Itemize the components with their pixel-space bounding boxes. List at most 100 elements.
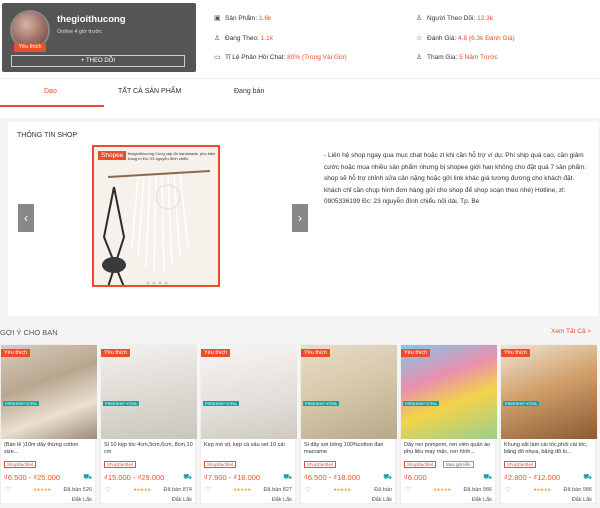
macrame-illustration bbox=[102, 170, 211, 285]
carousel-next-button[interactable]: › bbox=[292, 204, 308, 232]
shop-banner-image[interactable]: Shopee thegioithucong Cung cấp đồ handma… bbox=[92, 145, 220, 287]
carousel-prev-button[interactable]: ‹ bbox=[18, 204, 34, 232]
shop-tabs: Dạo TẤT CẢ SẢN PHẨM Đang bán bbox=[0, 78, 600, 106]
sold-count: Đã bán 986 bbox=[463, 487, 492, 493]
product-location: Đắk Lắk bbox=[271, 497, 292, 503]
favorite-badge: Yêu thích bbox=[201, 349, 231, 357]
tab-on-sale[interactable]: Đang bán bbox=[234, 88, 264, 95]
product-image[interactable] bbox=[501, 345, 597, 439]
product-location: Đắk Lắk bbox=[171, 497, 192, 503]
heart-icon[interactable]: ♡ bbox=[505, 486, 511, 494]
sold-count: Đã bán 827 bbox=[263, 487, 292, 493]
shop-tag: ShopDacBiet bbox=[504, 461, 537, 468]
product-price: ₫7.900 - ₫18.000 bbox=[204, 473, 261, 482]
sold-count: Đã bán 526 bbox=[63, 487, 92, 493]
shop-tag: ShopDacBiet bbox=[204, 461, 237, 468]
truck-icon: ⛟ bbox=[183, 474, 192, 481]
sold-count: Đã bán 986 bbox=[563, 487, 592, 493]
heart-icon[interactable]: ♡ bbox=[405, 486, 411, 494]
rating-stars-icon: ★★★★★ bbox=[333, 487, 351, 492]
follow-button[interactable]: + THEO DÕI bbox=[11, 55, 185, 67]
product-card[interactable]: Yêu thích FREESHIP XTRA Sỉ dây sợi bông … bbox=[300, 344, 397, 504]
freeship-badge: FREESHIP XTRA bbox=[503, 401, 539, 406]
product-name[interactable]: Sỉ dây sợi bông 100%cotton đan macrame bbox=[304, 442, 394, 456]
freeship-badge: FREESHIP XTRA bbox=[403, 401, 439, 406]
truck-icon: ⛟ bbox=[583, 474, 592, 481]
see-all-link[interactable]: Xem Tất Cả > bbox=[551, 328, 591, 335]
stat-following: ♙ Đang Theo: 1.1k bbox=[214, 35, 273, 42]
shop-name: thegioithucong bbox=[57, 14, 126, 25]
recommend-title: GỢI Ý CHO BẠN bbox=[0, 328, 58, 337]
product-card[interactable]: Yêu thích FREESHIP XTRA Sỉ 10 kẹp tóc 4c… bbox=[100, 344, 197, 504]
freeship-badge: FREESHIP XTRA bbox=[103, 401, 139, 406]
heart-icon[interactable]: ♡ bbox=[205, 486, 211, 494]
product-location: Đắk Lắk bbox=[371, 497, 392, 503]
truck-icon: ⛟ bbox=[483, 474, 492, 481]
shop-header: Yêu thích thegioithucong Online 4 giờ tr… bbox=[0, 0, 600, 118]
people-icon: ♙ bbox=[416, 15, 423, 22]
truck-icon: ⛟ bbox=[383, 474, 392, 481]
box-icon: ▣ bbox=[214, 15, 221, 22]
rating-stars-icon: ★★★★★ bbox=[433, 487, 451, 492]
shop-card: Yêu thích thegioithucong Online 4 giờ tr… bbox=[2, 3, 196, 72]
shop-tag: ShopDacBiet bbox=[4, 461, 37, 468]
truck-icon: ⛟ bbox=[83, 474, 92, 481]
favorite-badge: Yêu thích bbox=[401, 349, 431, 357]
product-card[interactable]: Yêu thích FREESHIP XTRA (Bán lẻ )10m dây… bbox=[0, 344, 97, 504]
product-image[interactable] bbox=[201, 345, 297, 439]
stat-products: ▣ Sản Phẩm: 1.6k bbox=[214, 15, 272, 22]
chat-icon: ▭ bbox=[214, 54, 221, 61]
product-name[interactable]: Dây ren pompom, ren viền quần áo phụ liệ… bbox=[404, 442, 494, 456]
product-price: ₫6.500 - ₫25.000 bbox=[4, 473, 61, 482]
sold-count: Đã bán 874 bbox=[163, 487, 192, 493]
product-name[interactable]: Sỉ 10 kẹp tóc 4cm,5cm,6cm, 8cm,10 cm bbox=[104, 442, 194, 456]
truck-icon: ⛟ bbox=[283, 474, 292, 481]
product-name[interactable]: (Bán lẻ )10m dây thừng cotton size... bbox=[4, 442, 94, 456]
active-tab-indicator bbox=[0, 105, 104, 107]
freeship-badge: FREESHIP XTRA bbox=[303, 401, 339, 406]
stat-rating: ☆ Đánh Giá: 4.8 (6.3k Đánh Giá) bbox=[416, 35, 515, 42]
product-card[interactable]: Yêu thích FREESHIP XTRA Dây ren pompom, … bbox=[400, 344, 497, 504]
product-location: Đắk Lắk bbox=[571, 497, 592, 503]
favorite-badge: Yêu thích bbox=[301, 349, 331, 357]
product-name[interactable]: Kẹp mỏ vịt, kẹp cá sấu set 10 cái bbox=[204, 442, 294, 456]
heart-icon[interactable]: ♡ bbox=[5, 486, 11, 494]
stat-joined: ♙ Tham Gia: 5 Năm Trước bbox=[416, 54, 498, 61]
product-image[interactable] bbox=[1, 345, 97, 439]
product-card[interactable]: Yêu thích FREESHIP XTRA Khung sắt làm cà… bbox=[500, 344, 597, 504]
product-image[interactable] bbox=[401, 345, 497, 439]
heart-icon[interactable]: ♡ bbox=[105, 486, 111, 494]
online-status: Online 4 giờ trước bbox=[57, 29, 102, 35]
favorite-badge: Yêu thích bbox=[14, 43, 46, 52]
shop-description: - Liên hệ shop ngay qua mục chat hoặc zl… bbox=[324, 152, 587, 205]
person-check-icon: ♙ bbox=[416, 54, 423, 61]
product-price: ₫2.800 - ₫12.000 bbox=[504, 473, 561, 482]
tab-dao[interactable]: Dạo bbox=[44, 88, 57, 95]
shop-info-section: THÔNG TIN SHOP Shopee thegioithucong Cun… bbox=[8, 122, 598, 316]
star-icon: ☆ bbox=[416, 35, 423, 42]
promo-tag: Mua giá tiền bbox=[443, 461, 474, 468]
favorite-badge: Yêu thích bbox=[101, 349, 131, 357]
heart-icon[interactable]: ♡ bbox=[305, 486, 311, 494]
rating-stars-icon: ★★★★★ bbox=[133, 487, 151, 492]
product-location: Đắk Lắk bbox=[471, 497, 492, 503]
rating-stars-icon: ★★★★★ bbox=[233, 487, 251, 492]
favorite-badge: Yêu thích bbox=[1, 349, 31, 357]
shop-tag: ShopDacBiet bbox=[104, 461, 137, 468]
shop-tag: ShopDacBiet bbox=[304, 461, 337, 468]
product-name[interactable]: Khung sắt làm cài tóc,phối cài tóc, băng… bbox=[504, 442, 594, 456]
product-image[interactable] bbox=[301, 345, 397, 439]
section-title: THÔNG TIN SHOP bbox=[17, 132, 78, 139]
product-image[interactable] bbox=[101, 345, 197, 439]
product-location: Đắk Lắk bbox=[71, 497, 92, 503]
shop-tag: ShopDacBiet bbox=[404, 461, 437, 468]
freeship-badge: FREESHIP XTRA bbox=[3, 401, 39, 406]
rating-stars-icon: ★★★★★ bbox=[533, 487, 551, 492]
stat-response: ▭ Tỉ Lệ Phản Hồi Chat: 80% (Trong Vài Giờ… bbox=[214, 54, 347, 61]
rating-stars-icon: ★★★★★ bbox=[33, 487, 51, 492]
product-price: ₫15.000 - ₫29.000 bbox=[104, 473, 165, 482]
sold-count: Đã bán bbox=[374, 487, 392, 493]
freeship-badge: FREESHIP XTRA bbox=[203, 401, 239, 406]
tab-all-products[interactable]: TẤT CẢ SẢN PHẨM bbox=[118, 88, 181, 95]
product-card[interactable]: Yêu thích FREESHIP XTRA Kẹp mỏ vịt, kẹp … bbox=[200, 344, 297, 504]
